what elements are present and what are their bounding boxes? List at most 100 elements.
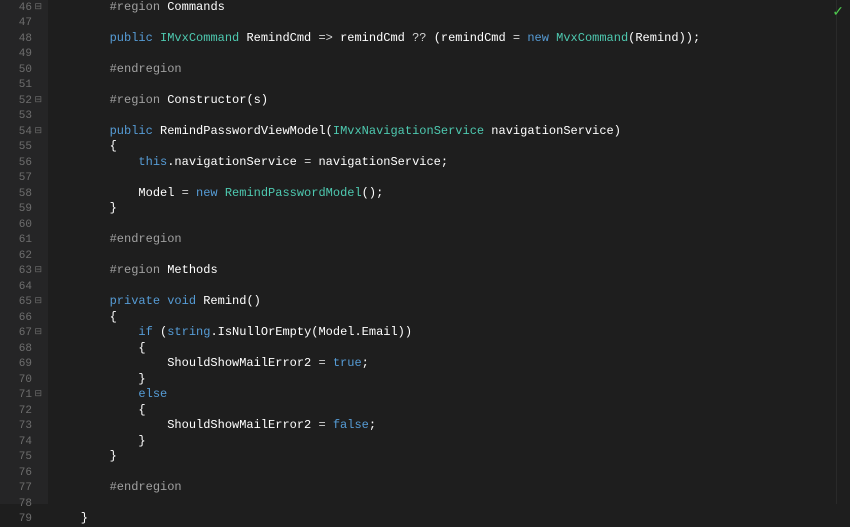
line-number[interactable]: 71⊟ <box>10 388 42 404</box>
code-line[interactable]: #endregion <box>52 62 836 78</box>
code-line[interactable]: else <box>52 388 836 404</box>
line-number[interactable]: 46⊟ <box>10 0 42 16</box>
code-token: ( <box>326 124 333 140</box>
line-number[interactable]: 53 <box>10 109 42 125</box>
line-number[interactable]: 48 <box>10 31 42 47</box>
line-number[interactable]: 55 <box>10 140 42 156</box>
code-line[interactable]: #endregion <box>52 481 836 497</box>
line-number[interactable]: 68 <box>10 341 42 357</box>
line-number[interactable]: 49 <box>10 47 42 63</box>
code-line[interactable]: } <box>52 434 836 450</box>
code-token <box>326 356 333 372</box>
line-number-text: 47 <box>19 16 32 30</box>
line-number-text: 66 <box>19 311 32 325</box>
code-line[interactable] <box>52 171 836 187</box>
code-line[interactable]: #region Methods <box>52 264 836 280</box>
line-number[interactable]: 79 <box>10 512 42 527</box>
fold-icon[interactable]: ⊟ <box>34 327 42 339</box>
fold-icon[interactable]: ⊟ <box>34 2 42 14</box>
code-token: else <box>138 387 167 403</box>
line-number[interactable]: 67⊟ <box>10 326 42 342</box>
line-number-text: 57 <box>19 171 32 185</box>
code-area[interactable]: #region Commands public IMvxCommand Remi… <box>48 0 836 504</box>
line-number-text: 62 <box>19 249 32 263</box>
line-number-gutter[interactable]: 46⊟474849505152⊟5354⊟555657585960616263⊟… <box>0 0 48 504</box>
line-number[interactable]: 52⊟ <box>10 93 42 109</box>
code-line[interactable]: #endregion <box>52 233 836 249</box>
line-number[interactable]: 64 <box>10 279 42 295</box>
line-number[interactable]: 63⊟ <box>10 264 42 280</box>
code-token <box>52 124 110 140</box>
code-token: Commands <box>160 0 225 16</box>
line-number[interactable]: 50 <box>10 62 42 78</box>
line-number[interactable]: 56 <box>10 155 42 171</box>
fold-icon[interactable]: ⊟ <box>34 265 42 277</box>
code-line[interactable]: private void Remind() <box>52 295 836 311</box>
line-number[interactable]: 61 <box>10 233 42 249</box>
minimap[interactable] <box>836 0 850 504</box>
line-number-text: 50 <box>19 63 32 77</box>
code-token: = <box>304 155 311 171</box>
code-line[interactable] <box>52 47 836 63</box>
code-token: #endregion <box>110 62 182 78</box>
code-line[interactable]: ShouldShowMailError2 = true; <box>52 357 836 373</box>
line-number[interactable]: 51 <box>10 78 42 94</box>
line-number[interactable]: 59 <box>10 202 42 218</box>
code-line[interactable] <box>52 78 836 94</box>
line-number[interactable]: 70 <box>10 372 42 388</box>
line-number[interactable]: 72 <box>10 403 42 419</box>
code-editor[interactable]: 46⊟474849505152⊟5354⊟555657585960616263⊟… <box>0 0 850 504</box>
line-number[interactable]: 54⊟ <box>10 124 42 140</box>
fold-icon[interactable]: ⊟ <box>34 389 42 401</box>
code-line[interactable]: { <box>52 403 836 419</box>
code-token: { <box>52 139 117 155</box>
fold-icon[interactable]: ⊟ <box>34 126 42 138</box>
code-line[interactable]: } <box>52 450 836 466</box>
code-line[interactable]: public IMvxCommand RemindCmd => remindCm… <box>52 31 836 47</box>
code-token: { <box>52 403 146 419</box>
code-line[interactable]: { <box>52 341 836 357</box>
code-line[interactable]: #region Constructor(s) <box>52 93 836 109</box>
code-line[interactable]: } <box>52 372 836 388</box>
code-line[interactable] <box>52 279 836 295</box>
line-number[interactable]: 47 <box>10 16 42 32</box>
line-number[interactable]: 66 <box>10 310 42 326</box>
code-line[interactable]: { <box>52 140 836 156</box>
line-number-text: 74 <box>19 435 32 449</box>
line-number[interactable]: 77 <box>10 481 42 497</box>
status-ok-icon: ✓ <box>832 4 844 22</box>
code-line[interactable]: ShouldShowMailError2 = false; <box>52 419 836 435</box>
code-line[interactable]: this.navigationService = navigationServi… <box>52 155 836 171</box>
code-line[interactable] <box>52 16 836 32</box>
line-number-text: 63 <box>19 264 32 278</box>
line-number[interactable]: 57 <box>10 171 42 187</box>
code-token <box>52 294 110 310</box>
line-number[interactable]: 58 <box>10 186 42 202</box>
line-number-text: 52 <box>19 94 32 108</box>
code-line[interactable]: #region Commands <box>52 0 836 16</box>
line-number[interactable]: 75 <box>10 450 42 466</box>
code-line[interactable] <box>52 109 836 125</box>
code-token <box>52 263 110 279</box>
line-number[interactable]: 73 <box>10 419 42 435</box>
line-number[interactable]: 76 <box>10 465 42 481</box>
code-token: ShouldShowMailError2 <box>52 356 318 372</box>
fold-icon[interactable]: ⊟ <box>34 296 42 308</box>
code-line[interactable] <box>52 248 836 264</box>
code-line[interactable]: Model = new RemindPasswordModel(); <box>52 186 836 202</box>
line-number[interactable]: 60 <box>10 217 42 233</box>
code-line[interactable]: if (string.IsNullOrEmpty(Model.Email)) <box>52 326 836 342</box>
code-token: #endregion <box>110 480 182 496</box>
code-line[interactable] <box>52 217 836 233</box>
code-line[interactable]: } <box>52 202 836 218</box>
fold-icon[interactable]: ⊟ <box>34 95 42 107</box>
line-number[interactable]: 65⊟ <box>10 295 42 311</box>
code-token: true <box>333 356 362 372</box>
code-line[interactable]: { <box>52 310 836 326</box>
code-line[interactable]: public RemindPasswordViewModel(IMvxNavig… <box>52 124 836 140</box>
line-number[interactable]: 69 <box>10 357 42 373</box>
code-line[interactable] <box>52 465 836 481</box>
line-number[interactable]: 74 <box>10 434 42 450</box>
line-number[interactable]: 62 <box>10 248 42 264</box>
code-line[interactable]: } <box>52 512 836 527</box>
